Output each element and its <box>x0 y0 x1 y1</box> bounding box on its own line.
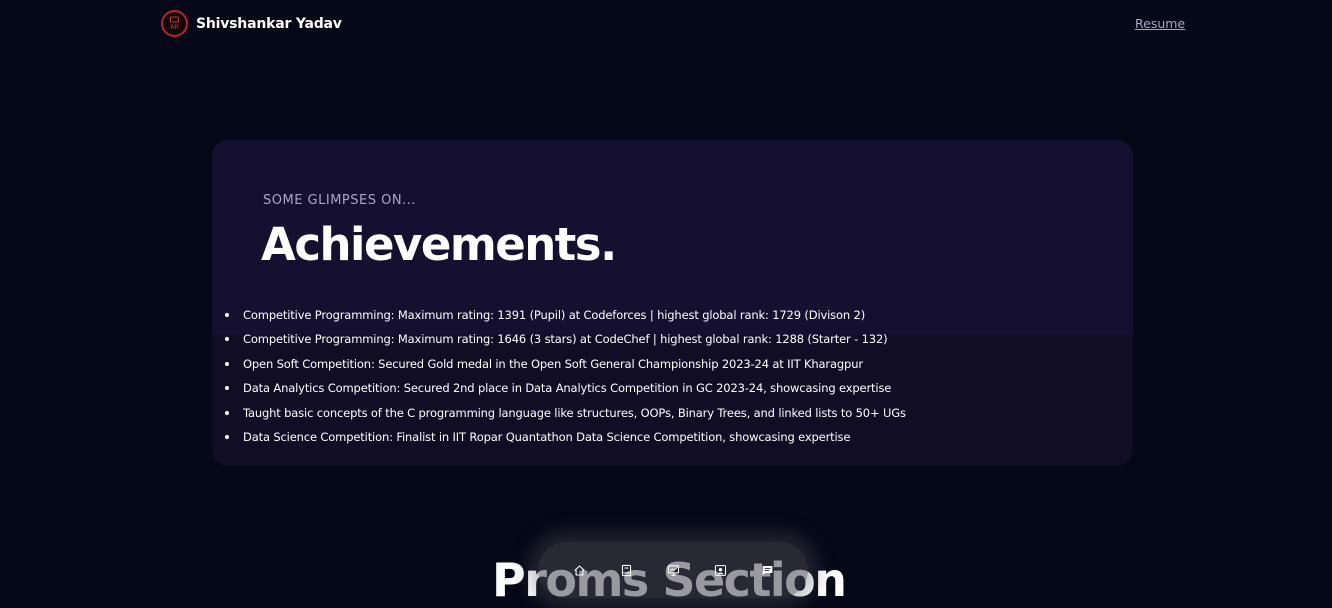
list-item-text: Competitive Programming: Maximum rating:… <box>243 332 888 347</box>
bullet-icon <box>225 434 229 439</box>
list-item: Competitive Programming: Maximum rating:… <box>212 303 1133 327</box>
list-item-text: Data Analytics Competition: Secured 2nd … <box>243 381 892 396</box>
message-icon <box>762 565 772 575</box>
floating-dock <box>538 542 808 598</box>
list-item-text: Data Science Competition: Finalist in II… <box>243 429 851 444</box>
section-title: Achievements. <box>261 218 617 271</box>
list-item: Taught basic concepts of the C programmi… <box>212 401 1133 425</box>
avatar-logo-icon: AR <box>161 10 188 37</box>
top-navbar: AR Shivshankar Yadav Resume <box>0 0 1332 46</box>
bullet-icon <box>225 361 229 366</box>
bullet-icon <box>225 337 229 342</box>
book-icon <box>621 564 631 576</box>
brand-link[interactable]: AR Shivshankar Yadav <box>161 10 342 37</box>
bullet-icon <box>225 410 229 415</box>
achievements-list: Competitive Programming: Maximum rating:… <box>212 303 1133 449</box>
section-subtitle: SOME GLIMPSES ON... <box>263 193 416 208</box>
bullet-icon <box>225 386 229 391</box>
contact-card-icon <box>714 564 726 576</box>
dock-presentation-button[interactable] <box>664 561 682 579</box>
resume-link[interactable]: Resume <box>1135 16 1185 31</box>
brand-name: Shivshankar Yadav <box>196 15 342 32</box>
dock-home-button[interactable] <box>570 561 588 579</box>
home-icon <box>573 565 585 575</box>
list-item: Open Soft Competition: Secured Gold meda… <box>212 352 1133 376</box>
list-item-text: Taught basic concepts of the C programmi… <box>243 405 906 420</box>
dock-message-button[interactable] <box>758 561 776 579</box>
list-item-text: Competitive Programming: Maximum rating:… <box>243 308 866 322</box>
dock-contact-button[interactable] <box>711 561 729 579</box>
bullet-icon <box>225 313 229 317</box>
presentation-icon <box>667 564 679 576</box>
list-item: Competitive Programming: Maximum rating:… <box>212 327 1133 351</box>
dock-book-button[interactable] <box>617 561 635 579</box>
achievements-card: SOME GLIMPSES ON... Achievements. Compet… <box>212 140 1133 466</box>
list-item: Data Science Competition: Finalist in II… <box>212 425 1133 449</box>
svg-text:AR: AR <box>170 24 178 31</box>
list-item-text: Open Soft Competition: Secured Gold meda… <box>243 356 863 371</box>
list-item: Data Analytics Competition: Secured 2nd … <box>212 376 1133 400</box>
